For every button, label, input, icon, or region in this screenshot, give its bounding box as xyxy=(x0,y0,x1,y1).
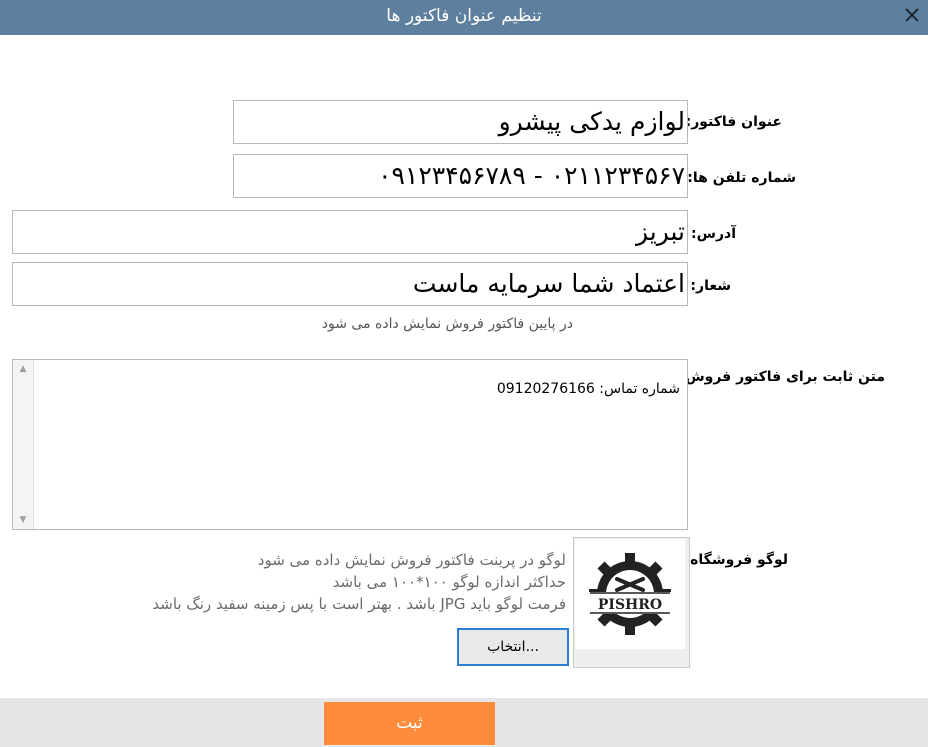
phone-value: ۰۲۱۱۲۳۴۵۶۷ - ۰۹۱۲۳۴۵۶۷۸۹ xyxy=(378,161,685,190)
address-value: تبریز xyxy=(635,217,685,246)
phone-label: شماره تلفن ها: xyxy=(687,170,796,186)
slogan-hint: در پایین فاکتور فروش نمایش داده می شود xyxy=(321,316,573,332)
submit-button[interactable]: ثبت xyxy=(324,702,495,745)
logo-text: PISHRO xyxy=(598,597,662,613)
logo-note: لوگو در پرینت فاکتور فروش نمایش داده می … xyxy=(257,551,566,569)
invoice-title-label: عنوان فاکتور: xyxy=(685,114,782,130)
fixed-text-area[interactable]: ▲ ▼ شماره تماس: 09120276166 xyxy=(12,359,688,530)
close-icon[interactable] xyxy=(902,5,922,25)
logo-preview: PISHRO xyxy=(573,537,690,668)
invoice-title-input[interactable]: لوازم یدکی پیشرو xyxy=(233,100,688,144)
invoice-title-value: لوازم یدکی پیشرو xyxy=(498,107,685,136)
title-bar: تنظیم عنوان فاکتور ها xyxy=(0,0,928,35)
slogan-label: شعار: xyxy=(690,278,731,294)
logo-label: لوگو فروشگاه: xyxy=(684,552,788,568)
phone-input[interactable]: ۰۲۱۱۲۳۴۵۶۷ - ۰۹۱۲۳۴۵۶۷۸۹ xyxy=(233,154,688,198)
scroll-down-icon[interactable]: ▼ xyxy=(18,515,28,525)
address-label: آدرس: xyxy=(691,226,736,242)
address-input[interactable]: تبریز xyxy=(12,210,688,254)
slogan-value: اعتماد شما سرمایه ماست xyxy=(412,269,685,298)
logo-image: PISHRO xyxy=(575,539,685,649)
slogan-input[interactable]: اعتماد شما سرمایه ماست xyxy=(12,262,688,306)
fixed-text-label: متن ثابت برای فاکتور فروش: xyxy=(679,369,885,385)
choose-logo-button[interactable]: انتخاب... xyxy=(457,628,569,666)
logo-note: فرمت لوگو باید JPG باشد . بهتر است با پس… xyxy=(152,595,566,613)
scroll-up-icon[interactable]: ▲ xyxy=(18,364,28,374)
window-title: تنظیم عنوان فاکتور ها xyxy=(386,6,542,26)
textarea-scrollbar[interactable]: ▲ ▼ xyxy=(13,360,34,529)
fixed-text-value: شماره تماس: 09120276166 xyxy=(496,381,680,397)
logo-notes: لوگو در پرینت فاکتور فروش نمایش داده می … xyxy=(152,549,566,615)
logo-note: حداکثر اندازه لوگو ۱۰۰*۱۰۰ می باشد xyxy=(332,573,566,591)
